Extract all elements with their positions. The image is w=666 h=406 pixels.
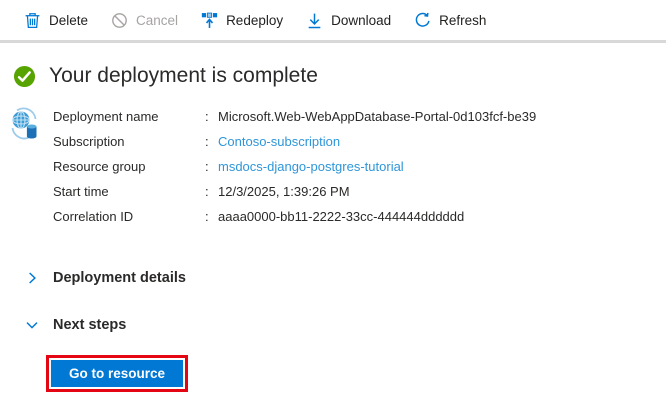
- deployment-summary: Deployment name : Microsoft.Web-WebAppDa…: [8, 104, 666, 229]
- field-separator: :: [205, 184, 209, 199]
- toolbar-download-label: Download: [331, 12, 392, 28]
- field-label: Correlation ID: [53, 209, 134, 224]
- download-icon: [306, 12, 323, 29]
- toolbar-cancel-button[interactable]: Cancel: [111, 12, 178, 29]
- page-title: Your deployment is complete: [49, 64, 318, 87]
- toolbar-refresh-label: Refresh: [439, 12, 487, 28]
- highlight-box: Go to resource: [46, 355, 188, 392]
- field-separator: :: [205, 159, 209, 174]
- deployment-name-value: Microsoft.Web-WebAppDatabase-Portal-0d10…: [218, 109, 537, 124]
- toolbar-cancel-label: Cancel: [136, 12, 179, 28]
- field-label: Start time: [53, 184, 109, 199]
- deployment-status-header: Your deployment is complete: [13, 64, 666, 88]
- field-label: Deployment name: [53, 109, 159, 124]
- field-row-resource-group: Resource group : msdocs-django-postgres-…: [53, 154, 536, 179]
- field-separator: :: [205, 109, 209, 124]
- correlation-id-value: aaaa0000-bb11-2222-33cc-444444dddddd: [218, 209, 465, 224]
- toolbar-redeploy-button[interactable]: Redeploy: [201, 12, 283, 29]
- start-time-value: 12/3/2025, 1:39:26 PM: [218, 184, 350, 199]
- chevron-down-icon: [25, 318, 39, 332]
- field-row-deployment-name: Deployment name : Microsoft.Web-WebAppDa…: [53, 104, 536, 129]
- redeploy-icon: [201, 12, 218, 29]
- field-label: Subscription: [53, 134, 125, 149]
- toolbar-refresh-button[interactable]: Refresh: [414, 12, 486, 29]
- field-label: Resource group: [53, 159, 146, 174]
- section-next-steps[interactable]: Next steps: [25, 317, 666, 333]
- subscription-link[interactable]: Contoso-subscription: [218, 129, 340, 154]
- deployment-resource-icon: [8, 107, 40, 141]
- refresh-icon: [414, 12, 431, 29]
- field-row-correlation-id: Correlation ID : aaaa0000-bb11-2222-33cc…: [53, 204, 536, 229]
- chevron-right-icon: [25, 271, 39, 285]
- section-deployment-details-label: Deployment details: [53, 270, 186, 286]
- section-next-steps-label: Next steps: [53, 317, 127, 333]
- field-separator: :: [205, 209, 209, 224]
- toolbar-divider: [0, 40, 666, 43]
- field-row-subscription: Subscription : Contoso-subscription: [53, 129, 536, 154]
- cancel-blocked-icon: [111, 12, 128, 29]
- section-deployment-details[interactable]: Deployment details: [25, 270, 666, 286]
- toolbar-delete-button[interactable]: Delete: [24, 12, 88, 29]
- trash-icon: [24, 12, 41, 29]
- toolbar-delete-label: Delete: [49, 12, 89, 28]
- field-separator: :: [205, 134, 209, 149]
- success-check-icon: [13, 65, 36, 88]
- field-row-start-time: Start time : 12/3/2025, 1:39:26 PM: [53, 179, 536, 204]
- deployment-fields: Deployment name : Microsoft.Web-WebAppDa…: [53, 104, 536, 229]
- go-to-resource-button[interactable]: Go to resource: [51, 360, 183, 387]
- toolbar-redeploy-label: Redeploy: [226, 12, 284, 28]
- resource-group-link[interactable]: msdocs-django-postgres-tutorial: [218, 154, 404, 179]
- command-bar: Delete Cancel Redeploy Download Refresh: [0, 0, 666, 40]
- toolbar-download-button[interactable]: Download: [306, 12, 391, 29]
